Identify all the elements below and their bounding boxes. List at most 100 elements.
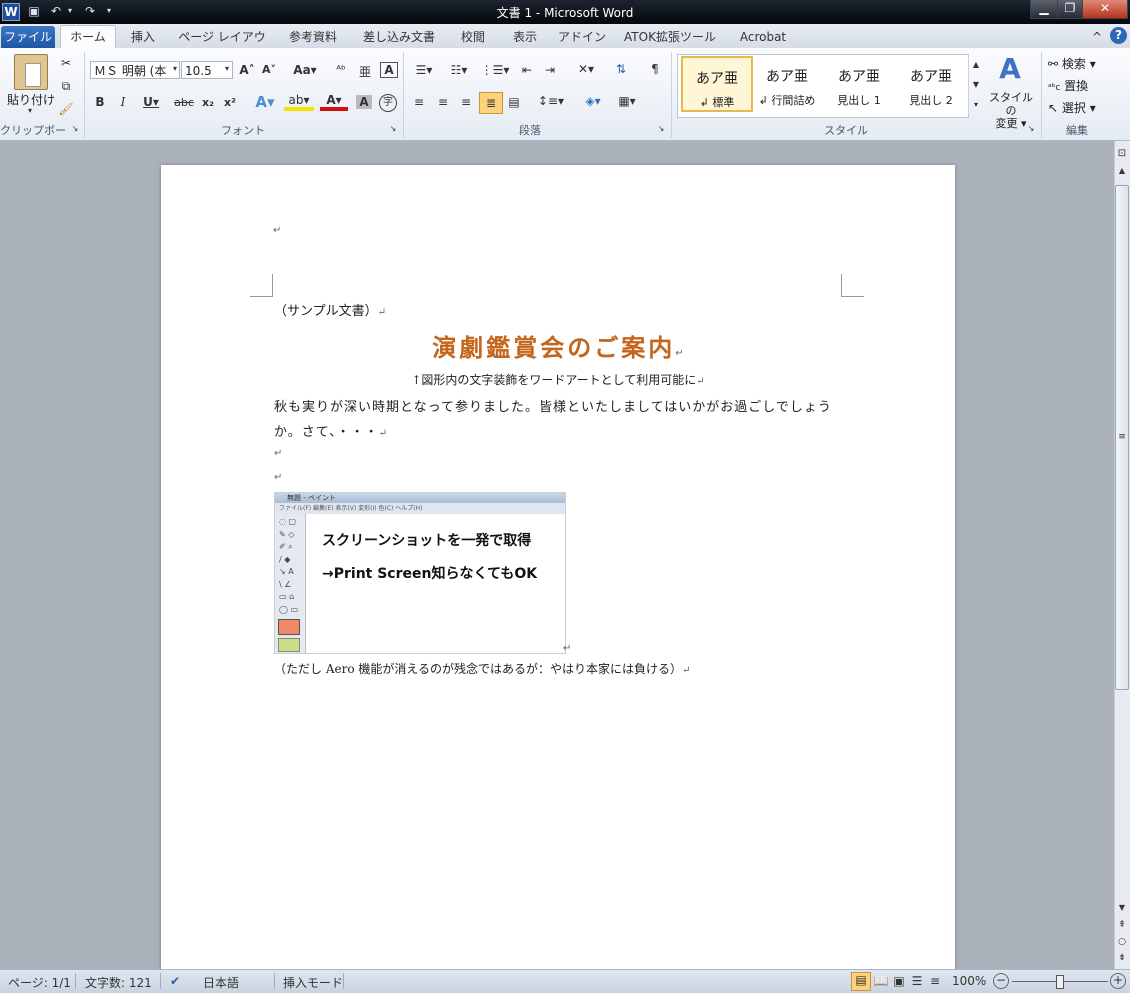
font-name-dropdown-icon[interactable]: ▾ [170,64,180,73]
embedded-screenshot[interactable]: 無題 - ペイント ファイル(F) 編集(E) 表示(V) 変形(I) 色(C)… [274,492,566,654]
tab-atok[interactable]: ATOK拡張ツール [620,28,720,48]
line-spacing-icon[interactable]: ↕≡▾ [536,94,566,108]
bullets-icon[interactable]: ☰▾ [410,63,438,77]
tab-page-layout[interactable]: ページ レイアウト [176,28,268,62]
align-right-icon[interactable]: ≡ [457,95,475,109]
replace-button[interactable]: ᵃᵇc 置換 [1048,77,1128,94]
font-size-dropdown-icon[interactable]: ▾ [222,64,232,73]
print-layout-view-icon[interactable]: ▤ [851,972,871,991]
zoom-in-icon[interactable]: + [1110,973,1126,989]
scroll-down-icon[interactable]: ▼ [1114,903,1130,912]
help-icon[interactable]: ? [1110,27,1127,44]
align-left-icon[interactable]: ≡ [410,95,428,109]
asian-layout-icon[interactable]: ✕▾ [571,62,601,76]
bold-icon[interactable]: B [93,95,107,109]
tab-insert[interactable]: 挿入 [124,28,162,48]
shading-icon[interactable]: ◈▾ [578,94,608,108]
title-bar: W ▣ ↶ ▾ ↷ ▾ 文書 1 - Microsoft Word ▁ ❐ ✕ [0,0,1130,24]
footer-note[interactable]: （ただし Aero 機能が消えるのが残念ではあるが：やはり本家には負ける）↵ [274,660,690,677]
strikethrough-icon[interactable]: abc [174,96,194,109]
draft-view-icon[interactable]: ≡ [927,974,943,988]
style-no-spacing[interactable]: あア亜 ↲ 行間詰め [752,56,822,110]
close-button[interactable]: ✕ [1082,0,1128,19]
character-border-icon[interactable]: A [380,62,398,78]
zoom-slider-handle[interactable] [1056,975,1064,989]
superscript-icon[interactable]: x² [222,96,238,109]
browse-object-icon[interactable]: ○ [1114,937,1130,947]
align-center-icon[interactable]: ≡ [434,95,452,109]
multilevel-list-icon[interactable]: ⋮☰▾ [480,63,510,77]
minimize-ribbon-icon[interactable]: ^ [1090,28,1104,48]
decrease-indent-icon[interactable]: ⇤ [518,63,536,77]
style-heading-2[interactable]: あア亜 見出し 2 [896,56,966,110]
paste-dropdown-icon[interactable]: ▾ [24,106,36,115]
body-line-2[interactable]: か。さて、・・・↵ [274,421,388,440]
document-page[interactable]: ↵ （サンプル文書）↵ 演劇鑑賞会のご案内↵ ↑図形内の文字装飾をワードアートと… [161,165,955,975]
tab-view[interactable]: 表示 [505,28,545,48]
zoom-out-icon[interactable]: − [993,973,1009,989]
tab-addins[interactable]: アドイン [558,28,606,48]
proofing-icon[interactable]: ✔ [170,974,180,988]
body-line-1[interactable]: 秋も実りが深い時期となって参りました。皆様といたしましてはいかがお過ごしでしょう [274,396,854,415]
text-effects-icon[interactable]: A▾ [252,93,278,111]
style-normal[interactable]: あア亜 ↲ 標準 [681,56,753,112]
format-painter-icon[interactable]: 🖌 [58,102,74,116]
scroll-up-icon[interactable]: ▲ [1114,166,1130,175]
language-indicator[interactable]: 日本語 [203,974,239,991]
justify-icon[interactable]: ≣ [479,92,503,114]
character-shading-icon[interactable]: A [356,95,372,109]
web-layout-icon[interactable]: ▣ [891,974,907,988]
select-button[interactable]: ↖ 選択 ▾ [1048,99,1128,116]
show-marks-icon[interactable]: ¶ [646,62,664,76]
minimize-button[interactable]: ▁ [1030,0,1058,19]
cut-icon[interactable]: ✂ [58,56,74,70]
shrink-font-icon[interactable]: A˅ [260,63,278,76]
title-line[interactable]: 演劇鑑賞会のご案内↵ [161,328,955,363]
underline-icon[interactable]: U▾ [140,95,162,109]
ruler-toggle-icon[interactable]: ⊡ [1114,148,1130,159]
zoom-level[interactable]: 100% [952,974,986,988]
numbering-icon[interactable]: ☷▾ [444,63,474,77]
tab-references[interactable]: 参考資料 [282,28,344,48]
paste-icon[interactable] [14,54,48,90]
borders-icon[interactable]: ▦▾ [612,94,642,108]
phonetic-guide-icon[interactable]: 亜 [356,63,374,80]
tab-acrobat[interactable]: Acrobat [734,28,792,48]
font-color-icon[interactable]: A▾ [320,93,348,111]
change-styles-icon[interactable]: A [994,52,1026,85]
previous-page-icon[interactable]: ⇞ [1114,920,1130,930]
style-heading-1[interactable]: あア亜 見出し 1 [824,56,894,110]
page-indicator[interactable]: ページ: 1/1 [8,974,71,991]
distributed-icon[interactable]: ▤ [505,95,523,109]
highlight-color-icon[interactable]: ab▾ [284,93,314,111]
italic-icon[interactable]: I [116,95,130,109]
tab-review[interactable]: 校閲 [454,28,492,48]
outline-view-icon[interactable]: ☰ [909,974,925,988]
grow-font-icon[interactable]: A˄ [238,63,256,77]
change-case-button[interactable]: Aa▾ [292,63,318,77]
font-launcher-icon[interactable]: ↘ [388,124,398,133]
next-page-icon[interactable]: ⇟ [1114,953,1130,963]
tab-file[interactable]: ファイル [1,26,55,48]
word-count[interactable]: 文字数: 121 [85,974,152,991]
increase-indent-icon[interactable]: ⇥ [541,63,559,77]
sample-note[interactable]: （サンプル文書）↵ [274,300,386,319]
subscript-icon[interactable]: x₂ [200,96,216,109]
tab-home[interactable]: ホーム [60,25,116,49]
paragraph-launcher-icon[interactable]: ↘ [656,124,666,133]
tab-mailings[interactable]: 差し込み文書 [358,28,440,48]
insert-mode-indicator[interactable]: 挿入モード [283,974,343,991]
styles-launcher-icon[interactable]: ↘ [1026,124,1036,133]
styles-scroll-icon[interactable]: ▲ ▼ ▾ [968,55,983,115]
font-name-combo[interactable]: ＭＳ 明朝 (本 [90,61,180,79]
wordart-note[interactable]: ↑図形内の文字装飾をワードアートとして利用可能に↵ [161,371,955,388]
clear-formatting-icon[interactable]: ᴬᵇ [332,63,350,76]
maximize-button[interactable]: ❐ [1057,0,1083,19]
enclose-characters-icon[interactable]: 字 [379,94,397,112]
clipboard-launcher-icon[interactable]: ↘ [70,124,80,133]
sort-icon[interactable]: ⇅ [612,62,630,76]
full-screen-reading-icon[interactable]: 📖 [873,974,889,988]
wordart-title[interactable]: 演劇鑑賞会のご案内 [432,333,675,362]
find-button[interactable]: ⚯ 検索 ▾ [1048,55,1128,72]
copy-icon[interactable]: ⧉ [58,79,74,94]
